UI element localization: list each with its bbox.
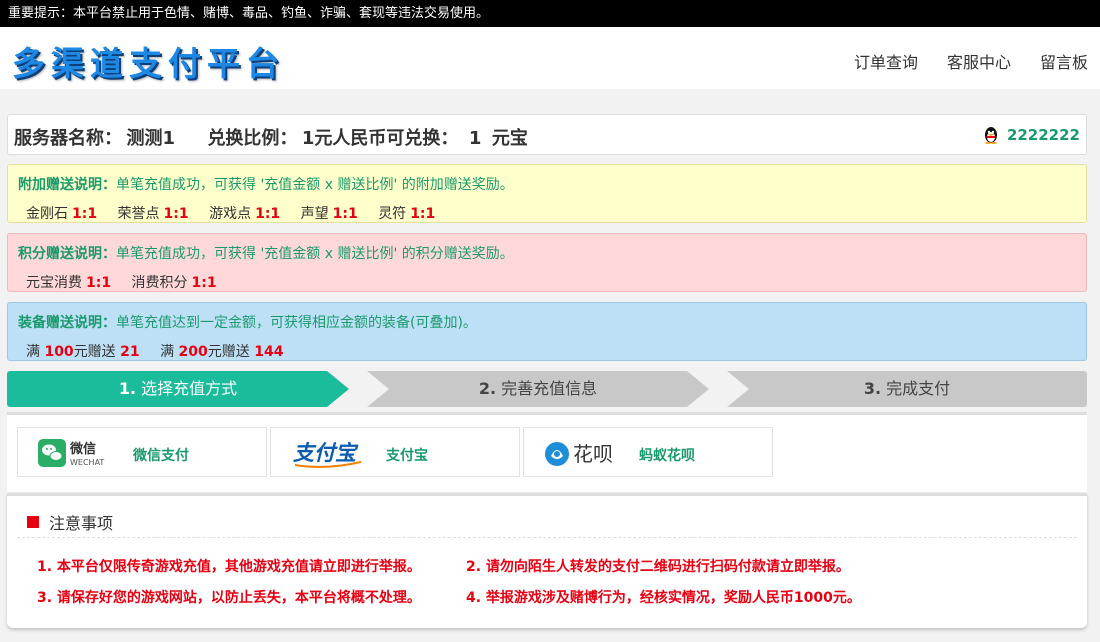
bonus-extra-desc: 单笔充值成功，可获得 '充值金额 x 赠送比例' 的附加赠送奖励。 bbox=[116, 177, 514, 193]
svg-text:支付宝: 支付宝 bbox=[293, 440, 359, 465]
ratio-value: 1 bbox=[468, 128, 482, 149]
bonus-equip-box: 装备赠送说明：单笔充值达到一定金额，可获得相应金额的装备(可叠加)。 满 100… bbox=[7, 302, 1087, 361]
huabei-label: 蚂蚁花呗 bbox=[639, 448, 695, 464]
huabei-option[interactable]: 花呗 蚂蚁花呗 bbox=[523, 427, 773, 477]
bonus-equip-items: 满 100元赠送 21 满 200元赠送 144 bbox=[18, 341, 1076, 361]
bonus-extra-title: 附加赠送说明： bbox=[18, 177, 116, 193]
notice-bar: 重要提示：本平台禁止用于色情、赌博、毒品、钓鱼、诈骗、套现等违法交易使用。 bbox=[0, 0, 1100, 27]
progress-steps: 1. 选择充值方式 2. 完善充值信息 3. 完成支付 bbox=[7, 371, 1087, 407]
note-item: 2. 请勿向陌生人转发的支付二维码进行扫码付款请立即举报。 bbox=[466, 559, 850, 575]
top-nav: 订单查询 客服中心 留言板 bbox=[825, 49, 1088, 73]
bonus-equip-title: 装备赠送说明： bbox=[18, 315, 116, 331]
nav-order-query[interactable]: 订单查询 bbox=[854, 49, 918, 73]
step-select-method: 1. 选择充值方式 bbox=[7, 371, 349, 407]
equip-item: 满 100元赠送 21 bbox=[26, 344, 140, 360]
bonus-item: 声望 1:1 bbox=[300, 206, 358, 222]
alipay-label: 支付宝 bbox=[386, 448, 428, 464]
step-fill-info: 2. 完善充值信息 bbox=[367, 371, 709, 407]
alipay-option[interactable]: 支付宝 支付宝 bbox=[270, 427, 520, 477]
svg-text:WECHAT: WECHAT bbox=[70, 458, 104, 467]
note-item: 4. 举报游戏涉及赌博行为，经核实情况，奖励人民币1000元。 bbox=[466, 590, 861, 606]
svg-text:花呗: 花呗 bbox=[573, 442, 613, 466]
nav-service-center[interactable]: 客服中心 bbox=[947, 49, 1011, 73]
bonus-item: 元宝消费 1:1 bbox=[26, 275, 112, 291]
bonus-item: 游戏点 1:1 bbox=[209, 206, 281, 222]
notes-divider bbox=[17, 537, 1077, 538]
bonus-extra-items: 金刚石 1:1 荣誉点 1:1 游戏点 1:1 声望 1:1 灵符 1:1 bbox=[18, 203, 1076, 223]
notes-panel: 注意事项 1. 本平台仅限传奇游戏充值，其他游戏充值请立即进行举报。 2. 请勿… bbox=[7, 493, 1087, 628]
bonus-item: 金刚石 1:1 bbox=[26, 206, 98, 222]
server-name-label: 服务器名称： bbox=[14, 128, 122, 149]
ratio-text: 1元人民币可兑换： bbox=[301, 128, 459, 149]
bonus-points-items: 元宝消费 1:1 消费积分 1:1 bbox=[18, 272, 1076, 292]
wechat-pay-label: 微信支付 bbox=[133, 448, 189, 464]
huabei-logo-icon: 花呗 bbox=[545, 442, 613, 466]
step-complete-payment: 3. 完成支付 bbox=[727, 371, 1087, 407]
notes-title: 注意事项 bbox=[49, 514, 114, 533]
nav-message-board[interactable]: 留言板 bbox=[1040, 49, 1088, 73]
note-item: 1. 本平台仅限传奇游戏充值，其他游戏充值请立即进行举报。 bbox=[37, 559, 421, 575]
server-name-value: 测测1 bbox=[126, 128, 175, 149]
bonus-item: 荣誉点 1:1 bbox=[117, 206, 189, 222]
ratio-unit: 元宝 bbox=[491, 128, 528, 149]
svg-text:微信: 微信 bbox=[69, 441, 96, 457]
alipay-logo-icon: 支付宝 bbox=[293, 440, 362, 468]
red-square-icon bbox=[27, 516, 39, 528]
site-logo[interactable]: 多渠道支付平台 bbox=[12, 37, 285, 85]
note-item: 3. 请保存好您的游戏网站，以防止丢失，本平台将概不处理。 bbox=[37, 590, 421, 606]
equip-item: 满 200元赠送 144 bbox=[160, 344, 284, 360]
wechat-logo-icon: 微信 WECHAT bbox=[38, 439, 104, 467]
bonus-points-box: 积分赠送说明：单笔充值成功，可获得 '充值金额 x 赠送比例' 的积分赠送奖励。… bbox=[7, 233, 1087, 292]
qq-penguin-icon bbox=[984, 127, 997, 144]
qq-contact[interactable]: 2222222 bbox=[983, 126, 1080, 144]
header: 多渠道支付平台 订单查询 客服中心 留言板 bbox=[0, 27, 1100, 89]
bonus-points-title: 积分赠送说明： bbox=[18, 246, 116, 262]
bonus-points-desc: 单笔充值成功，可获得 '充值金额 x 赠送比例' 的积分赠送奖励。 bbox=[116, 246, 514, 262]
payment-methods-panel: 微信 WECHAT 微信支付 支付宝 支付宝 花呗 蚂蚁花呗 bbox=[7, 412, 1087, 492]
wechat-pay-option[interactable]: 微信 WECHAT 微信支付 bbox=[17, 427, 267, 477]
server-line: 服务器名称： 测测1 兑换比例： 1元人民币可兑换： 1 元宝 bbox=[14, 124, 528, 150]
bonus-extra-box: 附加赠送说明：单笔充值成功，可获得 '充值金额 x 赠送比例' 的附加赠送奖励。… bbox=[7, 164, 1087, 223]
ratio-label: 兑换比例： bbox=[207, 128, 298, 149]
bonus-item: 灵符 1:1 bbox=[378, 206, 436, 222]
bonus-equip-desc: 单笔充值达到一定金额，可获得相应金额的装备(可叠加)。 bbox=[116, 315, 477, 331]
qq-number: 2222222 bbox=[1006, 126, 1080, 144]
notes-header: 注意事项 bbox=[27, 510, 113, 534]
bonus-item: 消费积分 1:1 bbox=[131, 275, 217, 291]
server-info-box: 服务器名称： 测测1 兑换比例： 1元人民币可兑换： 1 元宝 2222222 bbox=[7, 114, 1087, 155]
